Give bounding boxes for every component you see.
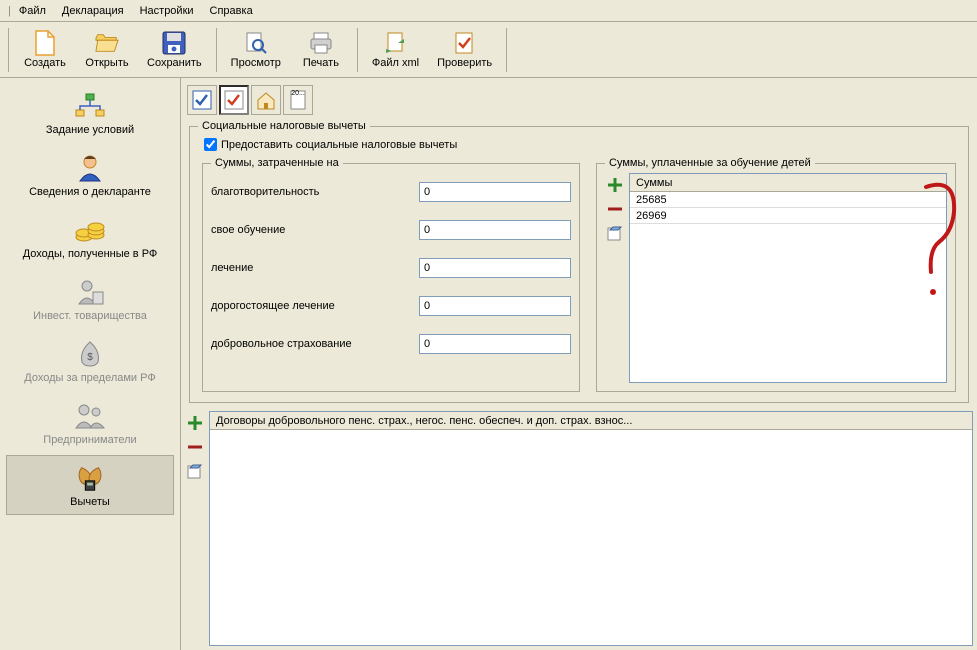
- create-button[interactable]: Создать: [15, 26, 75, 74]
- table-row[interactable]: 25685: [630, 192, 946, 208]
- spent-on-legend: Суммы, затраченные на: [211, 157, 343, 169]
- coins-icon: [74, 214, 106, 246]
- money-bag-icon: $: [74, 338, 106, 370]
- expensive-treatment-input[interactable]: [419, 296, 571, 316]
- contracts-edit-button[interactable]: [185, 461, 205, 481]
- own-edu-label: свое обучение: [211, 224, 411, 236]
- charity-input[interactable]: [419, 182, 571, 202]
- printer-icon: [309, 31, 333, 55]
- contracts-add-button[interactable]: [185, 413, 205, 433]
- new-file-icon: [33, 31, 57, 55]
- table-row[interactable]: 26969: [630, 208, 946, 224]
- person-icon: [74, 152, 106, 184]
- sidebar-income-rf[interactable]: Доходы, полученные в РФ: [6, 207, 174, 267]
- folder-open-icon: [95, 31, 119, 55]
- magnifier-icon: [244, 31, 268, 55]
- filexml-button[interactable]: Файл xml: [364, 26, 427, 74]
- children-edu-group: Суммы, уплаченные за обучение детей: [596, 157, 956, 392]
- sidebar-declarant[interactable]: Сведения о декларанте: [6, 145, 174, 205]
- deductions-icon: [74, 462, 106, 494]
- sidebar-entrepreneurs[interactable]: Предприниматели: [6, 393, 174, 453]
- print-button[interactable]: Печать: [291, 26, 351, 74]
- provide-social-checkbox[interactable]: [204, 138, 217, 151]
- deduction-type-toolbar: 20...: [185, 82, 973, 118]
- own-edu-input[interactable]: [419, 220, 571, 240]
- children-edu-table[interactable]: Суммы 25685 26969: [629, 173, 947, 383]
- spent-on-group: Суммы, затраченные на благотворительност…: [202, 157, 580, 392]
- social-deductions-group: Социальные налоговые вычеты Предоставить…: [189, 120, 969, 403]
- sidebar-invest[interactable]: Инвест. товарищества: [6, 269, 174, 329]
- contracts-table-header: Договоры добровольного пенс. страх., нег…: [210, 412, 972, 430]
- children-edit-button[interactable]: [605, 223, 625, 243]
- sidebar: Задание условий Сведения о декларанте До…: [0, 78, 181, 650]
- menu-declaration[interactable]: Декларация: [54, 3, 132, 19]
- treatment-label: лечение: [211, 262, 411, 274]
- insurance-input[interactable]: [419, 334, 571, 354]
- mini-btn-standard[interactable]: [187, 85, 217, 115]
- provide-social-label: Предоставить социальные налоговые вычеты: [221, 139, 457, 151]
- menu-settings[interactable]: Настройки: [132, 3, 202, 19]
- conditions-icon: [74, 90, 106, 122]
- save-button[interactable]: Сохранить: [139, 26, 210, 74]
- check-icon: [453, 31, 477, 55]
- insurance-label: добровольное страхование: [211, 338, 411, 350]
- contracts-table[interactable]: Договоры добровольного пенс. страх., нег…: [209, 411, 973, 646]
- sidebar-income-abroad[interactable]: $ Доходы за пределами РФ: [6, 331, 174, 391]
- children-add-button[interactable]: [605, 175, 625, 195]
- mini-btn-property[interactable]: [251, 85, 281, 115]
- children-table-header: Суммы: [630, 174, 946, 192]
- xml-file-icon: [384, 31, 408, 55]
- contracts-delete-button[interactable]: [185, 437, 205, 457]
- sidebar-conditions[interactable]: Задание условий: [6, 83, 174, 143]
- floppy-icon: [162, 31, 186, 55]
- menu-file[interactable]: Файл: [11, 3, 54, 19]
- invest-icon: [74, 276, 106, 308]
- menu-help[interactable]: Справка: [202, 3, 261, 19]
- expensive-treatment-label: дорогостоящее лечение: [211, 300, 411, 312]
- sidebar-deductions[interactable]: Вычеты: [6, 455, 174, 515]
- mini-btn-doc[interactable]: 20...: [283, 85, 313, 115]
- treatment-input[interactable]: [419, 258, 571, 278]
- children-edu-legend: Суммы, уплаченные за обучение детей: [605, 157, 815, 169]
- check-button[interactable]: Проверить: [429, 26, 500, 74]
- children-delete-button[interactable]: [605, 199, 625, 219]
- charity-label: благотворительность: [211, 186, 411, 198]
- people-icon: [74, 400, 106, 432]
- open-button[interactable]: Открыть: [77, 26, 137, 74]
- social-deductions-legend: Социальные налоговые вычеты: [198, 120, 370, 132]
- svg-text:$: $: [87, 352, 93, 363]
- mini-btn-social[interactable]: [219, 85, 249, 115]
- preview-button[interactable]: Просмотр: [223, 26, 289, 74]
